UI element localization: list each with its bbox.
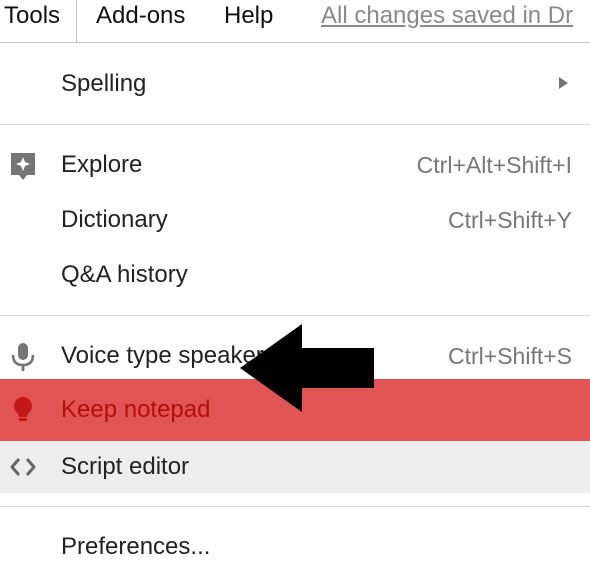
menu-item-explore[interactable]: Explore Ctrl+Alt+Shift+I [0, 138, 590, 192]
menu-item-preferences[interactable]: Preferences... [0, 520, 590, 574]
menu-separator [0, 506, 590, 507]
menu-item-label: Keep notepad [61, 396, 211, 423]
save-status-link[interactable]: All changes saved in Dr [321, 0, 573, 32]
menu-item-label: Dictionary [61, 206, 168, 233]
tools-dropdown-menu: Spelling Explore Ctrl+Alt+Shift+I Dictio… [0, 42, 590, 581]
menu-bar: Tools Add-ons Help All changes saved in … [0, 0, 590, 42]
menu-tools[interactable]: Tools [0, 0, 77, 42]
lightbulb-icon [8, 395, 38, 425]
menu-add-ons[interactable]: Add-ons [96, 0, 185, 34]
menu-item-label: Explore [61, 151, 143, 178]
menu-item-label: Q&A history [61, 261, 188, 288]
menu-item-dictionary[interactable]: Dictionary Ctrl+Shift+Y [0, 193, 590, 247]
menu-help[interactable]: Help [224, 0, 273, 34]
microphone-icon [8, 342, 38, 372]
menu-item-label: Preferences... [61, 533, 211, 560]
menu-item-label: Script editor [61, 453, 190, 480]
code-brackets-icon [8, 452, 38, 482]
menu-item-shortcut: Ctrl+Shift+S [448, 343, 572, 369]
menu-item-qa-history[interactable]: Q&A history [0, 248, 590, 302]
menu-item-script-editor[interactable]: Script editor [0, 441, 590, 493]
explore-icon [8, 151, 38, 181]
menu-item-shortcut: Ctrl+Shift+Y [448, 207, 572, 233]
menu-separator [0, 315, 590, 316]
submenu-arrow-icon [559, 77, 568, 89]
menu-item-shortcut: Ctrl+Alt+Shift+I [416, 152, 572, 178]
menu-separator [0, 124, 590, 125]
menu-item-label: Spelling [61, 70, 147, 97]
pointer-arrow-annotation [240, 324, 374, 412]
menu-item-spelling[interactable]: Spelling [0, 57, 590, 111]
